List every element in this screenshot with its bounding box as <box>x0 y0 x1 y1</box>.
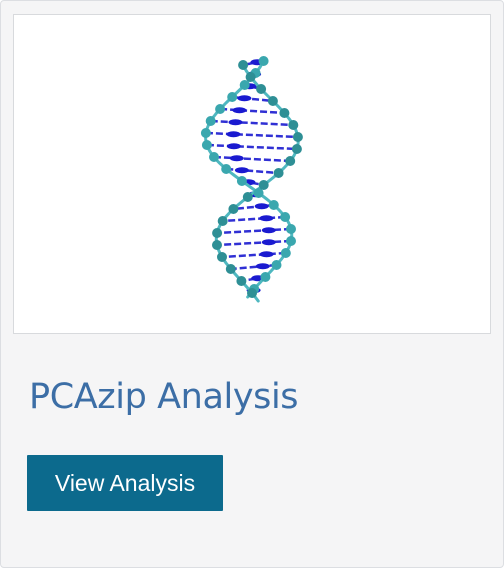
helix-base-pair <box>210 119 294 127</box>
helix-base-pair <box>230 263 277 271</box>
helix-base <box>234 167 249 174</box>
helix-base-pair <box>205 131 298 139</box>
helix-node <box>256 84 267 94</box>
helix-base <box>237 95 252 102</box>
helix-node <box>205 116 216 126</box>
helix-base <box>259 251 274 258</box>
helix-node <box>200 128 211 138</box>
helix-base <box>228 119 243 126</box>
helix-node <box>273 168 284 178</box>
helix-node <box>286 236 296 246</box>
helix-node <box>242 192 253 202</box>
helix-base <box>261 239 276 246</box>
helix-node <box>271 260 282 270</box>
helix-base-pair <box>222 215 286 223</box>
helix-base <box>226 131 241 138</box>
helix-node <box>236 176 247 186</box>
helix-base-pair <box>206 143 297 151</box>
helix-base <box>226 143 241 150</box>
helix-node <box>217 252 227 262</box>
helix-node <box>280 212 291 222</box>
helix-node <box>227 92 238 102</box>
helix-base <box>229 155 244 162</box>
helix-node <box>258 56 269 66</box>
dna-double-helix-icon <box>200 56 303 303</box>
helix-base-pair <box>213 155 291 163</box>
helix-node <box>285 156 296 166</box>
helix-node <box>217 216 228 226</box>
helix-node <box>267 96 278 106</box>
helix-node <box>221 164 232 174</box>
helix-base-pair <box>221 251 286 259</box>
helix-node <box>292 132 303 142</box>
helix-node <box>212 228 223 238</box>
helix-node <box>212 240 222 250</box>
helix-node <box>268 200 279 210</box>
helix-node <box>288 120 299 130</box>
helix-base-pair <box>220 107 285 115</box>
analysis-thumbnail <box>13 14 491 334</box>
helix-node <box>247 288 257 298</box>
helix-base <box>232 107 247 114</box>
helix-node <box>236 276 247 286</box>
helix-node <box>209 152 219 162</box>
card-title: PCAzip Analysis <box>29 377 299 417</box>
helix-base <box>255 263 270 270</box>
helix-node <box>201 140 212 150</box>
helix-node <box>215 104 226 114</box>
helix-node <box>239 80 250 90</box>
helix-node <box>279 108 290 118</box>
view-analysis-button[interactable]: View Analysis <box>27 455 223 511</box>
helix-base-pair <box>216 239 292 247</box>
helix-node <box>245 72 256 82</box>
helix-node <box>280 248 291 258</box>
helix-node <box>238 60 249 70</box>
helix-node <box>258 180 269 190</box>
helix-node <box>225 264 236 274</box>
helix-node <box>228 204 239 214</box>
helix-node <box>291 144 302 154</box>
helix-base-pair <box>226 167 279 175</box>
analysis-card: PCAzip Analysis View Analysis <box>0 0 504 568</box>
helix-base <box>261 227 276 234</box>
helix-node <box>260 272 271 282</box>
helix-base-pair <box>216 227 292 235</box>
helix-base <box>259 215 274 222</box>
helix-base <box>254 203 269 210</box>
helix-node <box>286 224 296 234</box>
